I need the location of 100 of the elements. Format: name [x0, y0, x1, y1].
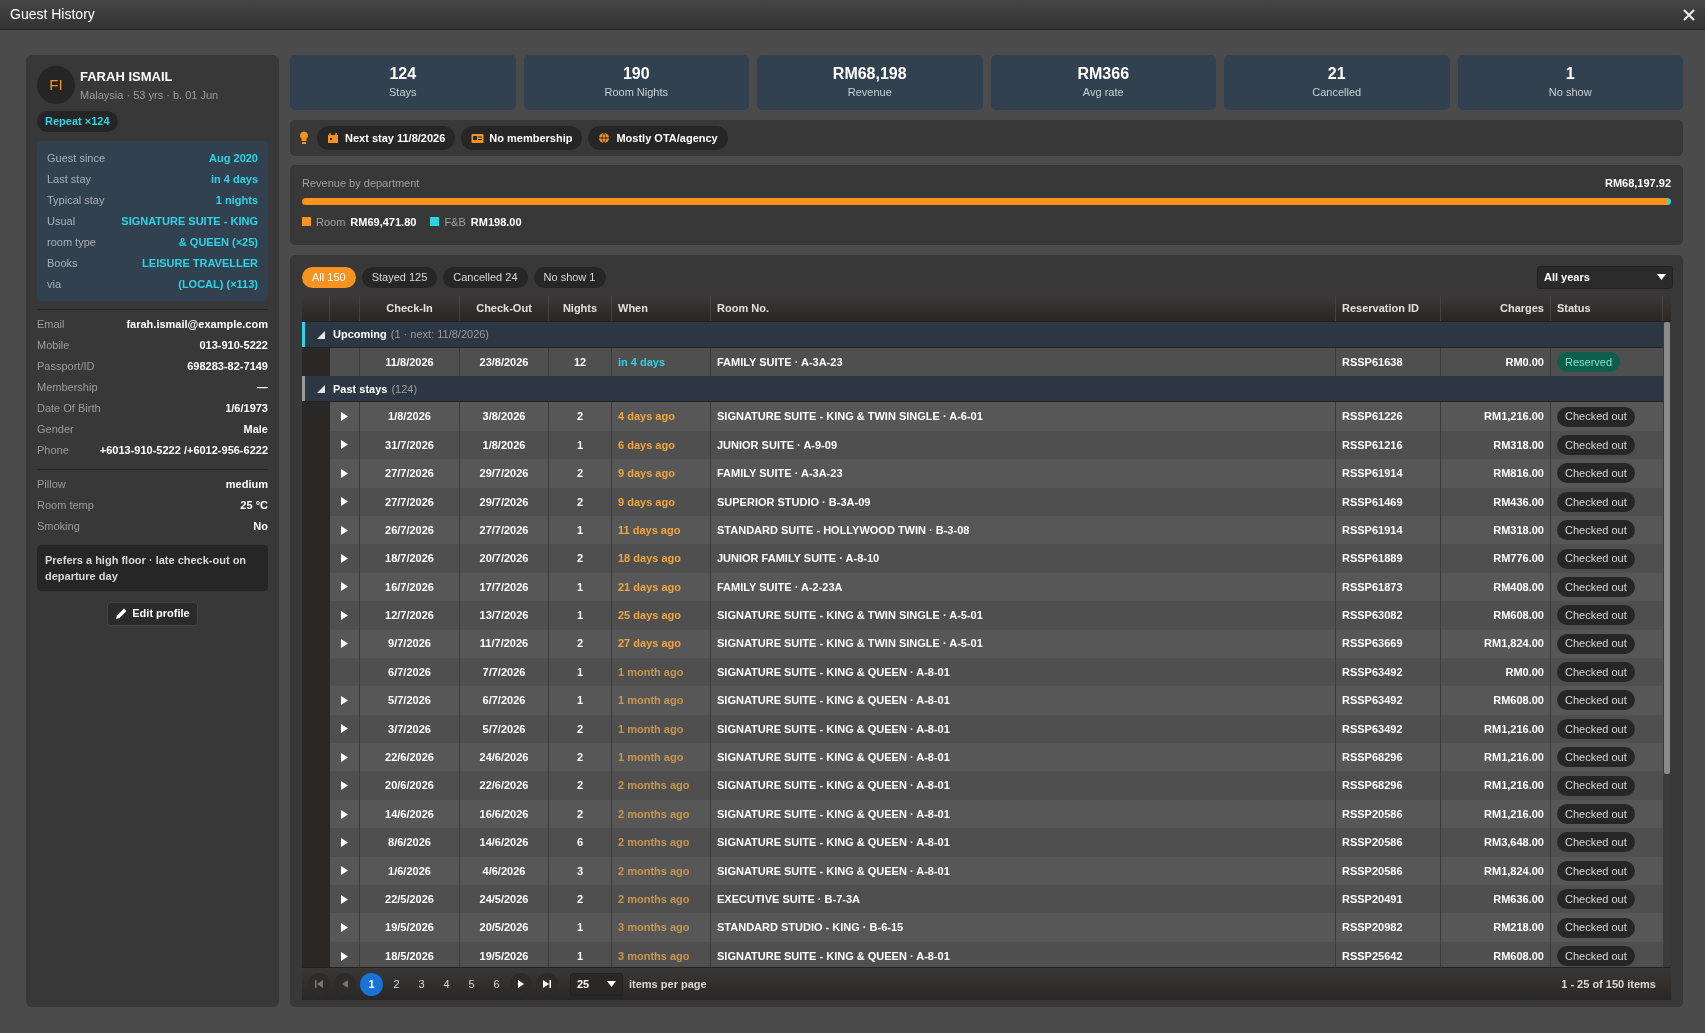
- year-dropdown[interactable]: All years: [1537, 265, 1673, 289]
- first-page-icon: [315, 980, 323, 988]
- filter-pill[interactable]: Cancelled 24: [443, 266, 528, 288]
- table-cell-text: 14/6/2026: [479, 835, 529, 851]
- expand-arrow-icon[interactable]: [341, 582, 348, 592]
- table-cell-text: RSSP61226: [1342, 409, 1403, 425]
- table-cell-text: 12/7/2026: [385, 608, 434, 624]
- table-cell-text: FAMILY SUITE · A-2-23A: [717, 579, 843, 595]
- page-button[interactable]: 6: [485, 972, 508, 996]
- table-cell-text: RM1,216.00: [1484, 409, 1544, 425]
- expand-arrow-icon[interactable]: [341, 923, 348, 933]
- summary-label: Last stay: [47, 171, 92, 187]
- group-header[interactable]: Upcoming (1 · next: 11/8/2026): [302, 322, 1663, 348]
- table-cell-text: 17/7/2026: [479, 579, 529, 595]
- table-cell-text: 2: [576, 891, 584, 907]
- table-cell-text: RSSP61873: [1342, 579, 1403, 595]
- table-cell-text: RM1,216.00: [1484, 750, 1544, 765]
- field-label: Mobile: [37, 337, 70, 353]
- table-cell-text: 19/5/2026: [385, 920, 434, 936]
- collapse-triangle-icon[interactable]: [317, 384, 325, 393]
- status-label: Checked out: [1557, 605, 1635, 626]
- table-cell-text: SIGNATURE SUITE - KING & TWIN SINGLE · A-5-01: [717, 636, 983, 652]
- expand-arrow-icon[interactable]: [341, 809, 348, 819]
- expand-arrow-icon[interactable]: [341, 894, 348, 904]
- table-cell-text: 1 month ago: [618, 750, 684, 765]
- expand-arrow-icon[interactable]: [341, 610, 348, 620]
- status-label: Checked out: [1557, 463, 1635, 484]
- table-cell-text: 18/7/2026: [385, 551, 434, 567]
- expand-arrow-icon[interactable]: [341, 525, 348, 535]
- table-cell-text: 8/6/2026: [388, 835, 431, 851]
- column-header: Check-In: [386, 301, 433, 317]
- chip-label: No membership: [489, 130, 573, 146]
- expand-arrow-icon[interactable]: [341, 468, 348, 478]
- table-cell-text: 9/7/2026: [388, 636, 431, 652]
- page-button[interactable]: 4: [435, 972, 458, 996]
- summary-value: (LOCAL) (×113): [178, 276, 258, 292]
- table-cell-text: 2 months ago: [618, 778, 690, 794]
- expand-arrow-icon[interactable]: [341, 837, 348, 847]
- expand-arrow-icon[interactable]: [341, 724, 348, 734]
- field-value: farah.ismail@example.com: [126, 316, 268, 332]
- table-cell-text: STANDARD SUITE - HOLLYWOOD TWIN · B-3-08: [717, 522, 970, 538]
- table-cell-text: 3: [576, 863, 584, 879]
- expand-arrow-icon[interactable]: [341, 781, 348, 791]
- page-button[interactable]: 2: [385, 972, 408, 996]
- page-button[interactable]: 5: [460, 972, 483, 996]
- expand-arrow-icon[interactable]: [341, 440, 348, 450]
- table-cell-text: RSSP63492: [1342, 664, 1403, 680]
- field-label: Date Of Birth: [37, 400, 101, 416]
- expand-arrow-icon[interactable]: [341, 866, 348, 876]
- page-button[interactable]: 1: [360, 972, 383, 996]
- status-label: Checked out: [1557, 690, 1635, 711]
- field-label: Passport/ID: [37, 358, 95, 374]
- expand-arrow-icon[interactable]: [341, 554, 348, 564]
- table-cell-text: RSSP61889: [1342, 551, 1403, 567]
- table-cell-text: 1: [576, 920, 584, 936]
- previous-page-icon: [341, 980, 349, 988]
- stat-value: 21: [1327, 64, 1346, 85]
- table-cell-text: 9 days ago: [618, 494, 675, 510]
- table-cell-text: SIGNATURE SUITE - KING & QUEEN · A-8-01: [717, 835, 950, 851]
- column-header: Status: [1557, 301, 1591, 317]
- status-label: Checked out: [1557, 406, 1635, 427]
- table-cell-text: 3/7/2026: [388, 721, 431, 737]
- filter-pill[interactable]: Stayed 125: [361, 266, 438, 288]
- expand-arrow-icon[interactable]: [341, 752, 348, 762]
- field-label: Pillow: [37, 476, 66, 492]
- page-size-dropdown[interactable]: 25: [570, 972, 623, 996]
- table-cell-text: 4/6/2026: [482, 863, 526, 879]
- table-cell-text: RM0.00: [1505, 664, 1544, 680]
- expand-arrow-icon[interactable]: [341, 951, 348, 961]
- globe-icon: [598, 132, 612, 144]
- stat-value: RM68,198: [832, 64, 907, 85]
- expand-arrow-icon[interactable]: [341, 639, 348, 649]
- id-card-icon: [471, 132, 485, 144]
- group-header[interactable]: Past stays (124): [302, 376, 1663, 403]
- stat-value: 124: [389, 64, 417, 85]
- table-cell-text: FAMILY SUITE · A-3A-23: [717, 354, 843, 370]
- page-button[interactable]: 3: [410, 972, 433, 996]
- expand-arrow-icon[interactable]: [341, 497, 348, 507]
- table-cell-text: RSSP63669: [1342, 636, 1403, 652]
- table-cell-text: RM608.00: [1493, 608, 1544, 624]
- summary-value: 1 nights: [215, 192, 258, 208]
- table-cell-text: SIGNATURE SUITE - KING & QUEEN · A-8-01: [717, 664, 950, 680]
- expand-arrow-icon[interactable]: [341, 696, 348, 705]
- filter-pill[interactable]: No show 1: [533, 266, 606, 288]
- group-label: Past stays: [333, 381, 388, 397]
- scrollbar-thumb[interactable]: [1664, 322, 1670, 774]
- column-header: Reservation ID: [1342, 301, 1420, 317]
- table-cell-text: RM1,216.00: [1484, 778, 1544, 794]
- expand-arrow-icon[interactable]: [341, 412, 348, 422]
- table-cell-text: 2 months ago: [618, 835, 690, 851]
- table-cell-text: 2: [576, 494, 584, 510]
- table-cell-text: 3/8/2026: [482, 409, 526, 425]
- caret-icon: [1657, 274, 1666, 280]
- table-cell-text: RM1,824.00: [1484, 636, 1544, 652]
- table-cell-text: 11 days ago: [618, 522, 681, 538]
- close-icon[interactable]: [1683, 8, 1695, 21]
- field-label: Membership: [37, 379, 98, 395]
- collapse-triangle-icon[interactable]: [317, 330, 325, 339]
- table-cell-text: 22/5/2026: [385, 891, 434, 907]
- edit-profile-button[interactable]: Edit profile: [107, 601, 198, 626]
